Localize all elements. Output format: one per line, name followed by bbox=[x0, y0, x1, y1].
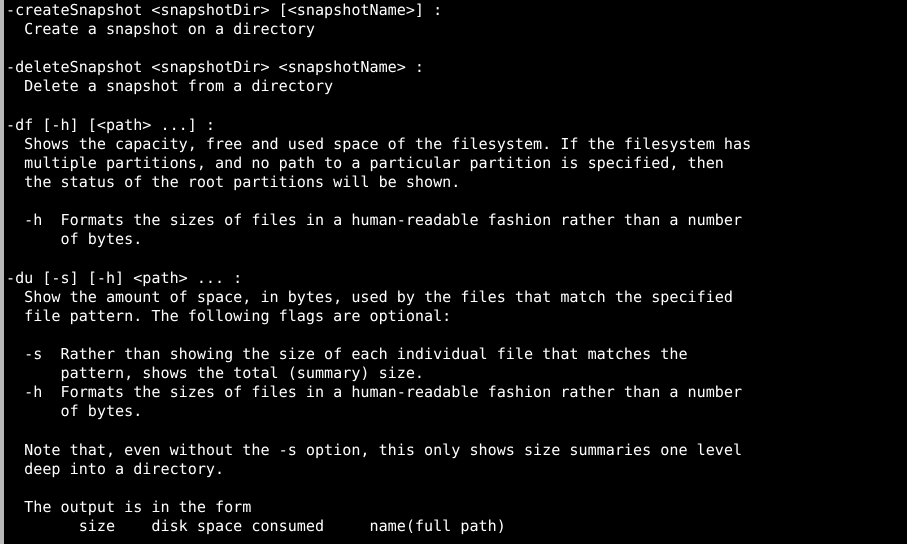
terminal-line: The output is in the form bbox=[6, 497, 252, 516]
terminal-line: size disk space consumed name(full path) bbox=[6, 516, 506, 535]
terminal-line: Show the amount of space, in bytes, used… bbox=[6, 287, 733, 306]
terminal-line: Delete a snapshot from a directory bbox=[6, 77, 334, 96]
terminal-line: pattern, shows the total (summary) size. bbox=[6, 364, 425, 383]
terminal-line: of bytes. bbox=[6, 230, 143, 249]
terminal-line: of bytes. bbox=[6, 402, 143, 421]
terminal-line: -h Formats the sizes of files in a human… bbox=[6, 383, 743, 402]
terminal-line: -h Formats the sizes of files in a human… bbox=[6, 211, 743, 230]
terminal-line: the status of the root partitions will b… bbox=[6, 172, 461, 191]
terminal-line: -df [-h] [<path> ...] : bbox=[6, 115, 216, 134]
terminal-line: -du [-s] [-h] <path> ... : bbox=[6, 268, 243, 287]
terminal-line: -deleteSnapshot <snapshotDir> <snapshotN… bbox=[6, 58, 425, 77]
terminal-line: file pattern. The following flags are op… bbox=[6, 306, 452, 325]
terminal-output: -createSnapshot <snapshotDir> [<snapshot… bbox=[6, 1, 751, 536]
terminal-line: deep into a directory. bbox=[6, 459, 225, 478]
terminal-line: multiple partitions, and no path to a pa… bbox=[6, 153, 724, 172]
terminal-line: Note that, even without the -s option, t… bbox=[6, 440, 743, 459]
terminal-line: -s Rather than showing the size of each … bbox=[6, 344, 688, 363]
terminal-line: Shows the capacity, free and used space … bbox=[6, 134, 752, 153]
terminal-line: -createSnapshot <snapshotDir> [<snapshot… bbox=[6, 1, 443, 19]
terminal-line: Create a snapshot on a directory bbox=[6, 20, 315, 39]
terminal-window[interactable]: -createSnapshot <snapshotDir> [<snapshot… bbox=[0, 0, 907, 544]
